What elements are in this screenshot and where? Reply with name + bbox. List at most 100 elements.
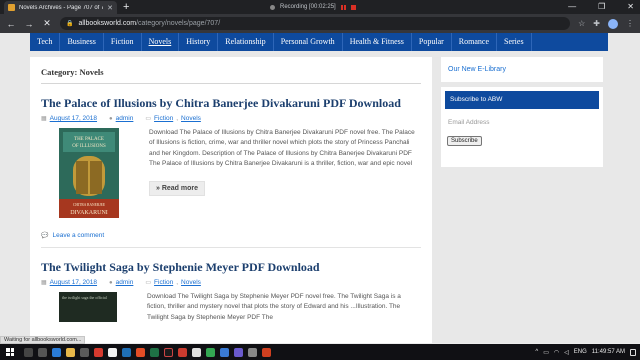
- stop-loading-icon[interactable]: ✕: [42, 18, 52, 29]
- read-more-button[interactable]: » Read more: [149, 181, 206, 197]
- menu-dots-icon[interactable]: ⋮: [626, 19, 634, 28]
- category-title: Category: Novels: [41, 67, 421, 84]
- word-icon[interactable]: [122, 347, 131, 357]
- subscribe-widget: Subscribe to ABW Email Address Subscribe: [441, 87, 603, 167]
- recorder-app-icon[interactable]: [164, 347, 173, 357]
- bookmark-star-icon[interactable]: ☆: [578, 19, 585, 28]
- nav-item-history[interactable]: History: [179, 33, 219, 51]
- volume-icon[interactable]: ◁: [564, 349, 569, 356]
- window-controls: — ❐ ✕: [568, 0, 634, 14]
- sidebar: Our New E-Library Subscribe to ABW Email…: [441, 57, 603, 172]
- minimize-icon[interactable]: —: [568, 0, 576, 14]
- status-bar: Waiting for allbooksworld.com...: [0, 336, 86, 344]
- media-app-icon[interactable]: [94, 347, 103, 357]
- site-favicon-icon: [8, 4, 15, 11]
- category-novels-link[interactable]: Novels: [181, 115, 201, 122]
- windows-logo-icon: [6, 348, 14, 356]
- system-tray: ^ ▭ ◠ ◁ ENG 11:49:57 AM: [535, 344, 636, 360]
- nav-item-popular[interactable]: Popular: [412, 33, 452, 51]
- pause-recording-icon[interactable]: [340, 4, 346, 10]
- user-icon: ●: [109, 115, 113, 122]
- post-excerpt: Download The Palace of Illusions by Chit…: [149, 129, 415, 167]
- tray-chevron-icon[interactable]: ^: [535, 349, 538, 355]
- clock[interactable]: 11:49:57 AM: [592, 349, 625, 355]
- leave-comment-label: Leave a comment: [52, 232, 105, 239]
- nav-item-health-fitness[interactable]: Health & Fitness: [343, 33, 412, 51]
- post-title-link[interactable]: The Twilight Saga by Stephenie Meyer PDF…: [41, 260, 421, 275]
- category-novels-link[interactable]: Novels: [181, 279, 201, 286]
- store-icon[interactable]: [80, 347, 89, 357]
- post-author-link[interactable]: admin: [116, 115, 134, 122]
- url-bar[interactable]: 🔒 allbooksworld.com/category/novels/page…: [60, 17, 571, 30]
- post-title-link[interactable]: The Palace of Illusions by Chitra Banerj…: [41, 96, 421, 111]
- cover-title-line1: THE PALACE: [74, 137, 104, 142]
- app-icon[interactable]: [248, 347, 257, 357]
- edge-icon[interactable]: [52, 347, 61, 357]
- recording-dot-icon: [270, 4, 275, 10]
- post-date-link[interactable]: August 17, 2018: [50, 115, 97, 122]
- close-window-icon[interactable]: ✕: [627, 0, 634, 14]
- post-author-link[interactable]: admin: [116, 279, 134, 286]
- recording-indicator: Recording [00:02:25]: [270, 2, 356, 12]
- folder-icon: ▭: [145, 280, 152, 286]
- nav-item-relationship[interactable]: Relationship: [218, 33, 274, 51]
- nav-item-personal-growth[interactable]: Personal Growth: [274, 33, 343, 51]
- search-icon[interactable]: [24, 347, 33, 357]
- maximize-icon[interactable]: ❐: [598, 0, 605, 14]
- nav-item-business[interactable]: Business: [60, 33, 104, 51]
- post-meta: ▦ August 17, 2018 ● admin ▭ Fiction, Nov…: [41, 279, 201, 286]
- paint-icon[interactable]: [192, 347, 201, 357]
- url-text: allbooksworld.com/category/novels/page/7…: [78, 20, 221, 27]
- stop-recording-icon[interactable]: [350, 4, 356, 10]
- nav-item-series[interactable]: Series: [497, 33, 532, 51]
- task-view-icon[interactable]: [38, 347, 47, 357]
- start-button[interactable]: [0, 344, 20, 360]
- battery-icon[interactable]: ▭: [543, 349, 549, 356]
- elibrary-link[interactable]: Our New E-Library: [445, 61, 599, 78]
- forward-arrow-icon[interactable]: →: [24, 19, 34, 29]
- nav-item-tech[interactable]: Tech: [30, 33, 61, 51]
- opera-icon[interactable]: [178, 347, 187, 357]
- browser-tab[interactable]: Novels Archives - Page 707 of 7 ✕: [4, 1, 117, 14]
- photos-icon[interactable]: [220, 347, 229, 357]
- recording-label: Recording [00:02:25]: [280, 4, 336, 10]
- browser-tab-bar: Novels Archives - Page 707 of 7 ✕ + Reco…: [0, 0, 640, 14]
- email-field[interactable]: Email Address: [445, 117, 599, 129]
- book-cover-image[interactable]: THE PALACE OF ILLUSIONS CHITRA BANERJEE …: [59, 128, 119, 218]
- profile-avatar[interactable]: [608, 18, 618, 29]
- back-arrow-icon[interactable]: ←: [6, 19, 16, 29]
- notes-app-icon[interactable]: [108, 347, 117, 357]
- excel-icon[interactable]: [150, 347, 159, 357]
- nav-item-novels[interactable]: Novels: [142, 33, 180, 51]
- new-tab-button[interactable]: +: [123, 0, 129, 14]
- subscribe-button[interactable]: Subscribe: [447, 136, 482, 146]
- leave-comment-link[interactable]: 💬 Leave a comment: [41, 232, 421, 248]
- chrome-icon[interactable]: [206, 347, 215, 357]
- cover-author-first: CHITRA BANERJEE: [73, 203, 106, 207]
- book-cover-image[interactable]: the twilight saga the official: [59, 292, 117, 322]
- lock-icon: 🔒: [66, 21, 74, 27]
- close-tab-icon[interactable]: ✕: [107, 4, 113, 12]
- app-icon[interactable]: [234, 347, 243, 357]
- language-indicator[interactable]: ENG: [574, 349, 587, 355]
- extensions-icon[interactable]: ✚: [593, 19, 600, 28]
- post-date-link[interactable]: August 17, 2018: [50, 279, 97, 286]
- comment-icon: 💬: [41, 233, 49, 239]
- post-item: The Palace of Illusions by Chitra Banerj…: [41, 96, 421, 248]
- network-icon[interactable]: ◠: [554, 349, 559, 356]
- calendar-icon: ▦: [41, 116, 47, 122]
- file-explorer-icon[interactable]: [66, 347, 75, 357]
- windows-taskbar: ^ ▭ ◠ ◁ ENG 11:49:57 AM: [0, 344, 640, 360]
- powerpoint-icon[interactable]: [136, 347, 145, 357]
- tab-title: Novels Archives - Page 707 of 7: [19, 4, 104, 11]
- main-content: Category: Novels The Palace of Illusions…: [30, 57, 432, 343]
- nav-item-fiction[interactable]: Fiction: [104, 33, 142, 51]
- app-icon[interactable]: [262, 347, 271, 357]
- category-fiction-link[interactable]: Fiction: [154, 115, 173, 122]
- notifications-icon[interactable]: [630, 348, 636, 356]
- nav-item-romance[interactable]: Romance: [452, 33, 498, 51]
- elibrary-widget: Our New E-Library: [441, 57, 603, 82]
- post-excerpt: Download The Twilight Saga by Stephenie …: [147, 293, 401, 321]
- category-fiction-link[interactable]: Fiction: [154, 279, 173, 286]
- cover-title-line2: OF ILLUSIONS: [72, 144, 106, 149]
